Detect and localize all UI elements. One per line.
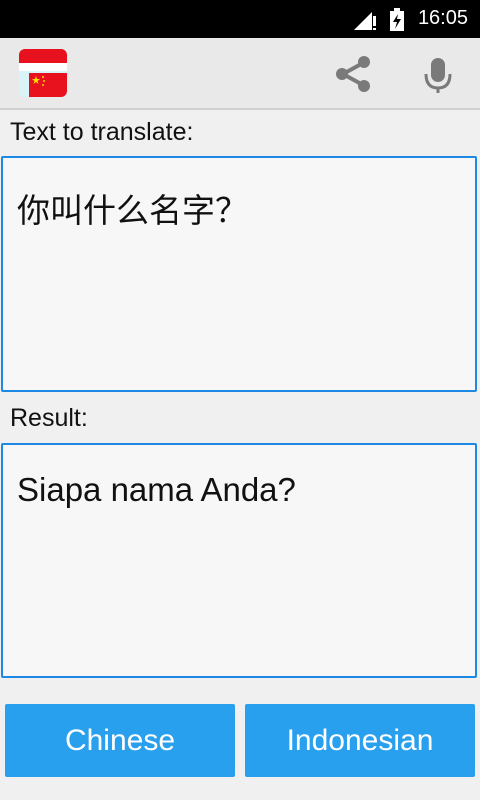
status-bar: 16:05 [0,0,480,38]
result-label: Result: [10,404,88,432]
flags-logo-icon[interactable] [19,49,67,97]
battery-charging-icon [390,8,404,31]
status-time: 16:05 [417,7,468,29]
app-bar [0,38,480,110]
translation-result[interactable]: Siapa nama Anda? [1,443,477,678]
source-language-button[interactable]: Chinese [5,704,235,777]
target-language-button[interactable]: Indonesian [245,704,475,777]
share-button[interactable] [333,54,375,94]
input-text: 你叫什么名字？ [17,192,248,229]
signal-icon [354,12,376,30]
input-label: Text to translate: [10,118,194,146]
result-text: Siapa nama Anda? [17,471,296,508]
text-to-translate-input[interactable]: 你叫什么名字？ [1,156,477,392]
microphone-button[interactable] [418,54,458,96]
